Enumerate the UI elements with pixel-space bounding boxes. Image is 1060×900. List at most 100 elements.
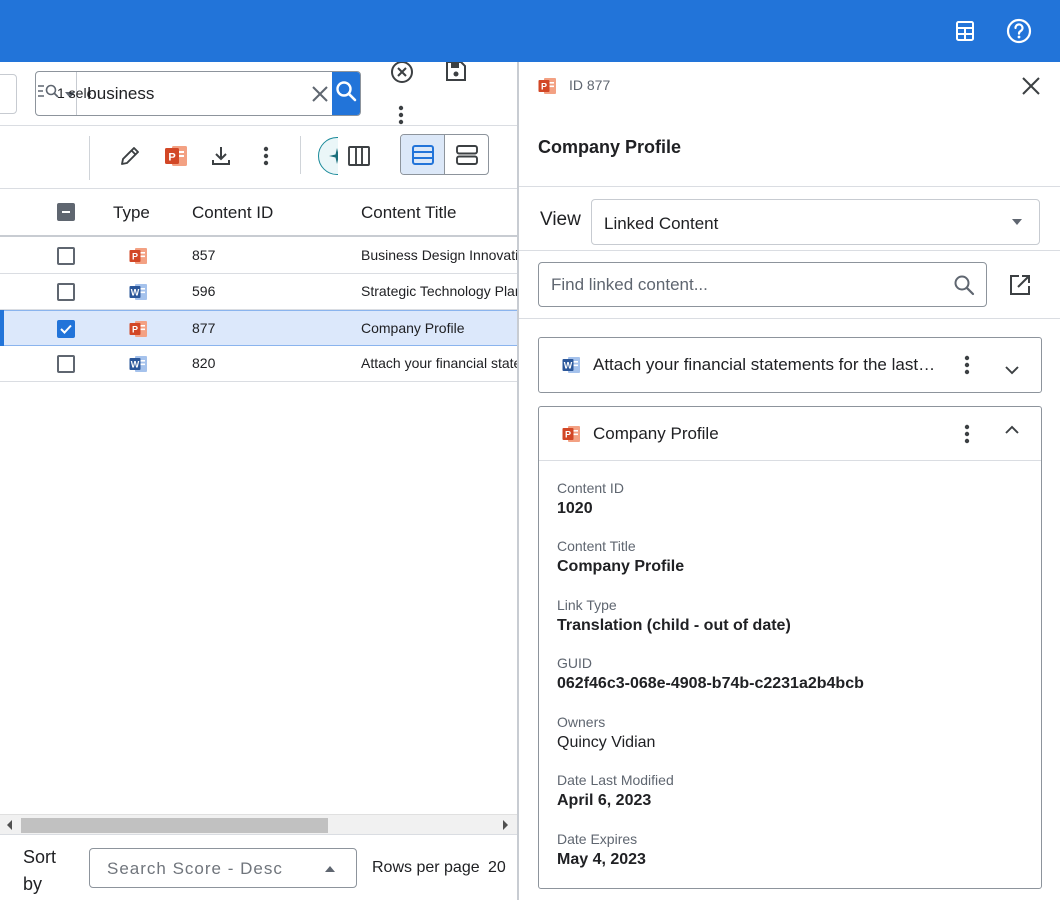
- content-id-cell: 877: [192, 320, 216, 336]
- word-icon: W: [129, 283, 148, 301]
- card-header[interactable]: P Company Profile: [539, 407, 1041, 461]
- detail-label: GUID: [557, 655, 592, 671]
- view-value: Linked Content: [604, 214, 719, 233]
- more-vertical-icon[interactable]: [253, 143, 279, 169]
- sort-value: Search Score - Desc: [107, 859, 283, 878]
- help-icon[interactable]: [1004, 16, 1034, 46]
- detail-owners: Owners Quincy Vidian: [557, 714, 655, 752]
- detail-label: Owners: [557, 714, 606, 730]
- powerpoint-icon: P: [538, 77, 557, 95]
- download-icon[interactable]: [208, 143, 234, 169]
- chevron-down-icon: [1012, 219, 1022, 225]
- card-header[interactable]: W Attach your financial statements for t…: [539, 338, 1041, 392]
- table-row[interactable]: W 596 Strategic Technology Plan: [0, 274, 517, 310]
- divider: [519, 186, 1060, 187]
- table-row[interactable]: W 820 Attach your financial statements: [0, 346, 517, 382]
- svg-text:P: P: [168, 152, 175, 164]
- rows-per-page-label: Rows per page: [372, 859, 480, 876]
- sort-select[interactable]: Search Score - Desc: [89, 848, 357, 888]
- columns-icon[interactable]: [346, 143, 372, 169]
- chevron-down-icon[interactable]: [1000, 358, 1024, 382]
- word-icon: W: [129, 355, 148, 373]
- toolbar-divider: [89, 136, 90, 180]
- scrollbar-thumb[interactable]: [21, 818, 328, 833]
- save-icon[interactable]: [443, 62, 469, 84]
- detail-label: Content ID: [557, 480, 624, 496]
- row-checkbox[interactable]: [57, 283, 75, 301]
- detail-value: 1020: [557, 500, 593, 517]
- card-title: Attach your financial statements for the…: [593, 355, 938, 374]
- linked-content-card: P Company Profile Content ID 1020 Conten…: [538, 406, 1042, 889]
- row-checkbox[interactable]: [57, 247, 75, 265]
- svg-text:W: W: [564, 361, 573, 371]
- clear-icon[interactable]: [308, 72, 332, 115]
- chevron-up-icon[interactable]: [1000, 417, 1024, 441]
- svg-text:P: P: [565, 430, 571, 440]
- column-header-content-title[interactable]: Content Title: [361, 203, 456, 223]
- detail-content-title: Content Title Company Profile: [557, 538, 684, 576]
- content-id-cell: 596: [192, 283, 216, 299]
- external-link-icon[interactable]: [1007, 272, 1033, 298]
- find-linked-content: [538, 262, 987, 307]
- scroll-left-icon[interactable]: [7, 820, 12, 830]
- toolbar-divider: [300, 136, 301, 174]
- horizontal-scrollbar[interactable]: [0, 814, 517, 834]
- column-header-type[interactable]: Type: [113, 203, 150, 223]
- search-icon[interactable]: [953, 274, 975, 296]
- detail-link-type: Link Type Translation (child - out of da…: [557, 597, 791, 635]
- chevron-up-icon: [325, 866, 335, 872]
- linked-content-card: W Attach your financial statements for t…: [538, 337, 1042, 393]
- more-vertical-icon[interactable]: [389, 103, 413, 127]
- svg-text:W: W: [131, 360, 140, 370]
- table-row[interactable]: P 877 Company Profile: [0, 310, 517, 346]
- detail-content-id: Content ID 1020: [557, 480, 624, 518]
- svg-text:W: W: [131, 288, 140, 298]
- divider: [519, 250, 1060, 251]
- panel-title: Company Profile: [538, 137, 682, 157]
- top-app-bar: [0, 0, 1060, 62]
- back-button[interactable]: [0, 74, 17, 114]
- detail-value: Translation (child - out of date): [557, 617, 791, 634]
- svg-text:P: P: [132, 252, 138, 262]
- search-button[interactable]: [332, 72, 360, 115]
- calculator-icon[interactable]: [950, 16, 980, 46]
- powerpoint-icon[interactable]: P: [163, 143, 189, 169]
- detail-label: Content Title: [557, 538, 636, 554]
- content-title-cell: Attach your financial statements: [361, 355, 517, 371]
- detail-label: Date Last Modified: [557, 772, 674, 788]
- column-header-content-id[interactable]: Content ID: [192, 203, 273, 223]
- list-view-icon[interactable]: [401, 135, 445, 174]
- sort-by-label: Sort by: [23, 847, 57, 894]
- panel-content-id: ID 877: [569, 77, 611, 93]
- table-row[interactable]: P 857 Business Design Innovation: [0, 238, 517, 274]
- detail-date-expires: Date Expires May 4, 2023: [557, 831, 646, 869]
- card-view-icon[interactable]: [445, 135, 488, 174]
- detail-panel: P ID 877 Company Profile View Linked Con…: [519, 62, 1060, 900]
- more-vertical-icon[interactable]: [955, 422, 979, 446]
- cancel-circle-icon[interactable]: [389, 62, 415, 85]
- select-all-checkbox[interactable]: [57, 203, 75, 221]
- view-select[interactable]: Linked Content: [591, 199, 1040, 245]
- detail-date-last-modified: Date Last Modified April 6, 2023: [557, 772, 674, 810]
- detail-value: 062f46c3-068e-4908-b74b-c2231a2b4bcb: [557, 675, 864, 692]
- rows-per-page-select[interactable]: 20: [488, 859, 506, 877]
- powerpoint-icon: P: [129, 247, 148, 265]
- search-mode-icon: [37, 83, 59, 104]
- ai-assistant-button[interactable]: [318, 137, 338, 175]
- search-input[interactable]: [77, 72, 309, 115]
- scroll-right-icon[interactable]: [503, 820, 508, 830]
- edit-icon[interactable]: [117, 143, 143, 169]
- detail-label: Link Type: [557, 597, 617, 613]
- powerpoint-icon: P: [562, 425, 581, 443]
- selection-count: 1 selected: [57, 85, 91, 101]
- find-linked-input[interactable]: [551, 273, 941, 297]
- more-vertical-icon[interactable]: [955, 353, 979, 377]
- content-id-cell: 857: [192, 247, 216, 263]
- content-title-cell: Business Design Innovation: [361, 247, 517, 263]
- svg-text:P: P: [132, 325, 138, 335]
- row-checkbox[interactable]: [57, 320, 75, 338]
- view-mode-toggle: [400, 134, 489, 175]
- detail-value: Company Profile: [557, 558, 685, 575]
- close-icon[interactable]: [1019, 74, 1043, 98]
- row-checkbox[interactable]: [57, 355, 75, 373]
